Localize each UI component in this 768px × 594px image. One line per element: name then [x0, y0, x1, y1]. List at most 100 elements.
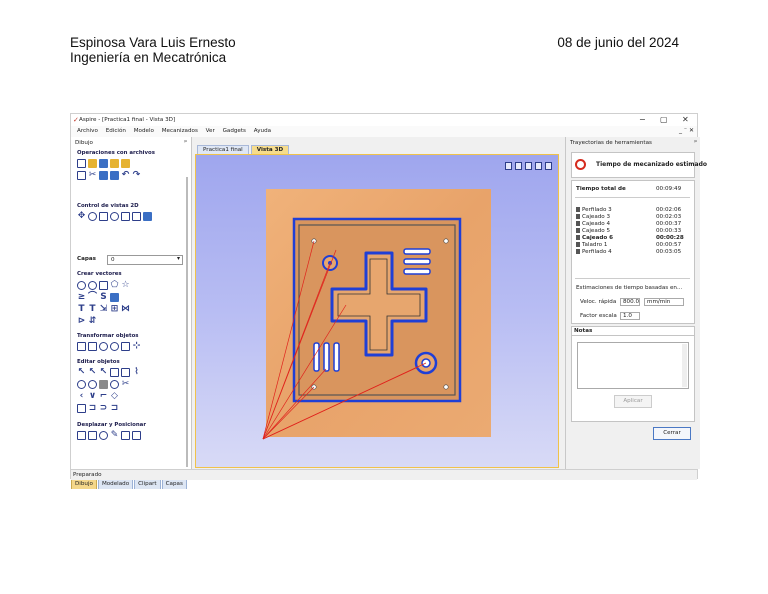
cut-icon[interactable]: ✂	[88, 171, 97, 180]
close-vector-icon[interactable]	[77, 404, 86, 413]
join-icon[interactable]: ∨	[88, 392, 97, 401]
grid-array-icon[interactable]	[121, 431, 130, 440]
diamond-icon[interactable]: ◇	[110, 392, 119, 401]
polyline-icon[interactable]: ≥	[77, 293, 86, 302]
save-icon[interactable]	[99, 159, 108, 168]
chevron-left-icon[interactable]: ‹	[77, 392, 86, 401]
checkbox-icon[interactable]	[576, 228, 580, 233]
trim-icon[interactable]: ↖	[99, 368, 108, 377]
layer-dropdown[interactable]: 0 ▾	[107, 255, 183, 265]
zoom-box-icon[interactable]	[99, 212, 108, 221]
window-title: Aspire - [Practica1 final - Vista 3D]	[79, 117, 176, 123]
rapid-input[interactable]: 800.0	[620, 298, 640, 306]
pan-icon[interactable]: ✥	[77, 212, 86, 221]
text-icon[interactable]: T	[77, 305, 86, 314]
copy-along-icon[interactable]	[88, 431, 97, 440]
menu-archivo[interactable]: Archivo	[77, 126, 98, 135]
curve-icon[interactable]: S	[99, 293, 108, 302]
dimension-icon[interactable]: ⊞	[110, 305, 119, 314]
text-curve-icon[interactable]: ⇲	[99, 305, 108, 314]
arc-icon[interactable]: ⌒	[88, 293, 97, 302]
ruler-icon[interactable]	[132, 212, 141, 221]
rapid-unit-select[interactable]: mm/min	[644, 298, 684, 306]
panel-scrollbar[interactable]	[186, 177, 188, 467]
rectangle-icon[interactable]	[99, 281, 108, 290]
circle-icon[interactable]	[77, 281, 86, 290]
bracket-2-icon[interactable]: ⊐	[110, 404, 119, 413]
pin-icon[interactable]: ᵖ	[184, 139, 187, 146]
menu-ver[interactable]: Ver	[206, 126, 215, 135]
checkbox-icon[interactable]	[576, 242, 580, 247]
pin-icon[interactable]: ᵖ	[694, 139, 697, 146]
move-icon[interactable]	[77, 342, 86, 351]
scale-input[interactable]: 1.0	[620, 312, 640, 320]
grid-icon[interactable]	[121, 212, 130, 221]
ungroup-icon[interactable]	[121, 368, 130, 377]
checkbox-icon[interactable]	[576, 214, 580, 219]
offset-icon[interactable]: ⌇	[132, 368, 141, 377]
align-icon[interactable]	[88, 342, 97, 351]
export-icon[interactable]	[121, 159, 130, 168]
menu-ayuda[interactable]: Ayuda	[254, 126, 271, 135]
tab-vista-3d[interactable]: Vista 3D	[250, 145, 290, 154]
group-icon[interactable]	[110, 368, 119, 377]
center-icon[interactable]: ⊹	[132, 342, 141, 351]
intersect-icon[interactable]	[99, 380, 108, 389]
new-file-icon[interactable]	[77, 159, 86, 168]
rotate-icon[interactable]	[110, 342, 119, 351]
apply-button[interactable]: Aplicar	[614, 395, 652, 408]
paste-icon[interactable]	[110, 171, 119, 180]
select-icon[interactable]: ↖	[77, 368, 86, 377]
layers-view-icon[interactable]	[143, 212, 152, 221]
tile-icon[interactable]	[132, 431, 141, 440]
node-edit-icon[interactable]: ↖	[88, 368, 97, 377]
polygon-icon[interactable]: ⬠	[110, 281, 119, 290]
weld-icon[interactable]	[77, 380, 86, 389]
scale-icon[interactable]	[121, 342, 130, 351]
menu-gadgets[interactable]: Gadgets	[223, 126, 246, 135]
checkbox-icon[interactable]	[576, 235, 580, 240]
menu-mecanizados[interactable]: Mecanizados	[162, 126, 198, 135]
star-icon[interactable]: ☆	[121, 281, 130, 290]
ellipse-icon[interactable]	[88, 281, 97, 290]
subtract-icon[interactable]	[88, 380, 97, 389]
fillet-icon[interactable]: ⌐	[99, 392, 108, 401]
maximize-button[interactable]: ▢	[660, 115, 668, 124]
close-button[interactable]: Cerrar	[653, 427, 691, 440]
undo-icon[interactable]: ↶	[121, 171, 130, 180]
zoom-all-icon[interactable]	[110, 212, 119, 221]
extend-icon[interactable]: ⊐	[88, 404, 97, 413]
close-window-button[interactable]: ✕	[682, 115, 689, 124]
import-icon[interactable]	[110, 159, 119, 168]
shape-icon[interactable]	[110, 293, 119, 302]
boundary-icon[interactable]	[110, 380, 119, 389]
copy-icon[interactable]	[99, 171, 108, 180]
job-setup-icon[interactable]	[77, 171, 86, 180]
bracket-icon[interactable]: ⊃	[99, 404, 108, 413]
checkbox-icon[interactable]	[576, 249, 580, 254]
checkbox-icon[interactable]	[576, 221, 580, 226]
flag-icon[interactable]: ⊳	[77, 317, 86, 326]
3d-viewport[interactable]	[195, 154, 559, 468]
rapid-label: Veloc. rápida	[580, 299, 617, 305]
scissors-icon[interactable]: ✂	[121, 380, 130, 389]
menu-edicion[interactable]: Edición	[106, 126, 126, 135]
minimize-button[interactable]: −	[639, 115, 646, 124]
array-icon[interactable]	[77, 431, 86, 440]
notes-scrollbar[interactable]	[682, 344, 687, 387]
notes-textarea[interactable]	[577, 342, 689, 389]
layers-selector: Capas 0 ▾	[77, 255, 183, 265]
text-block-icon[interactable]: T	[88, 305, 97, 314]
nest-icon[interactable]	[99, 431, 108, 440]
menu-modelo[interactable]: Modelo	[134, 126, 154, 135]
arrange-text-icon[interactable]: ⋈	[121, 305, 130, 314]
tab-practica1-final[interactable]: Practica1 final	[197, 145, 249, 154]
mirror-icon[interactable]	[99, 342, 108, 351]
checkbox-icon[interactable]	[576, 207, 580, 212]
open-folder-icon[interactable]	[88, 159, 97, 168]
pencil-icon[interactable]: ✎	[110, 431, 119, 440]
fit-curves-icon[interactable]: ⇵	[88, 317, 97, 326]
zoom-icon[interactable]	[88, 212, 97, 221]
mdi-window-controls[interactable]: _ ⁻ ✕	[679, 127, 694, 134]
redo-icon[interactable]: ↷	[132, 171, 141, 180]
